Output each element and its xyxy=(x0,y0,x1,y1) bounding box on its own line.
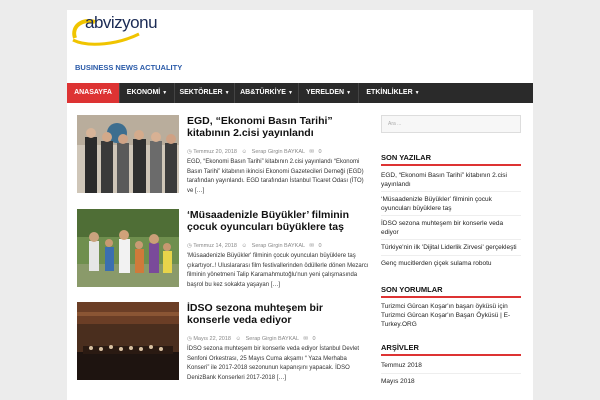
nav-item-label: YERELDEN xyxy=(305,89,345,96)
search-placeholder: Ara ... xyxy=(388,121,402,127)
nav-item-etkinlikler[interactable]: ETKİNLİKLER ▼ xyxy=(359,83,427,103)
divider xyxy=(381,215,521,216)
article-card: İDSO sezona muhteşem bir konserle veda e… xyxy=(77,302,373,384)
widget-title-rule xyxy=(381,296,521,298)
clock-icon: ◷ xyxy=(187,243,192,249)
article-date: Mayıs 22, 2018 xyxy=(193,336,231,342)
article-card: ‘Müsaadenizle Büyükler’ filminin çocuk o… xyxy=(77,209,373,291)
archive-link[interactable]: Temmuz 2018 xyxy=(381,361,521,370)
widget-title-rule xyxy=(381,164,521,166)
article-comments[interactable]: 0 xyxy=(313,336,316,342)
recent-post-link[interactable]: Genç mucitlerden çiçek sulama robotu xyxy=(381,259,521,268)
user-icon: ☺ xyxy=(235,336,242,342)
divider xyxy=(381,191,521,192)
main-nav: ANASAYFA EKONOMİ ▼ SEKTÖRLER ▼ AB&TÜRKİYE ▼… xyxy=(67,83,533,103)
caret-down-icon: ▼ xyxy=(162,90,168,96)
nav-item-label: EKONOMİ xyxy=(126,89,161,96)
article-card: EGD, “Ekonomi Basın Tarihi” kitabının 2.… xyxy=(77,115,373,197)
article-thumbnail[interactable] xyxy=(77,302,179,380)
caret-down-icon: ▼ xyxy=(287,90,293,96)
site-logo[interactable]: abvizyonu xyxy=(69,12,159,46)
article-title[interactable]: ‘Müsaadenizle Büyükler’ filminin çocuk o… xyxy=(187,209,367,233)
article-comments[interactable]: 0 xyxy=(319,243,322,249)
group-photo-image xyxy=(77,115,179,193)
comment-icon: ✉ xyxy=(309,243,314,249)
article-date: Temmuz 20, 2018 xyxy=(193,149,237,155)
recent-comment-link[interactable]: Turizmci Gürcan Koşar'ın başarı öyküsü i… xyxy=(381,302,521,329)
caret-down-icon: ▼ xyxy=(414,90,420,96)
article-thumbnail[interactable] xyxy=(77,115,179,193)
nav-item-ab-turkiye[interactable]: AB&TÜRKİYE ▼ xyxy=(235,83,299,103)
search-input[interactable]: Ara ... xyxy=(381,115,521,133)
comment-icon: ✉ xyxy=(309,149,314,155)
article-title[interactable]: İDSO sezona muhteşem bir konserle veda e… xyxy=(187,302,367,326)
article-meta: ◷ Mayıs 22, 2018 ☺ Serap Girgin BAYKAL ✉… xyxy=(187,336,316,342)
caret-down-icon: ▼ xyxy=(224,90,230,96)
article-excerpt: EGD, “Ekonomi Basın Tarihi” kitabının 2.… xyxy=(187,159,364,194)
widget-title-recent-comments: SON YORUMLAR xyxy=(381,285,443,294)
article-meta: ◷ Temmuz 20, 2018 ☺ Serap Girgin BAYKAL … xyxy=(187,149,322,155)
recent-post-link[interactable]: EGD, “Ekonomi Basın Tarihi” kitabının 2.… xyxy=(381,171,521,189)
nav-item-yerelden[interactable]: YERELDEN ▼ xyxy=(299,83,359,103)
site-tagline: BUSINESS NEWS ACTUALITY xyxy=(75,63,183,72)
caret-down-icon: ▼ xyxy=(346,90,352,96)
nav-item-label: ANASAYFA xyxy=(74,89,112,96)
divider xyxy=(381,255,521,256)
article-meta: ◷ Temmuz 14, 2018 ☺ Serap Girgin BAYKAL … xyxy=(187,243,322,249)
widget-title-rule xyxy=(381,354,521,356)
article-excerpt: 'Müsaadenizle Büyükler' filminin çocuk o… xyxy=(187,253,369,288)
widget-title-archives: ARŞİVLER xyxy=(381,343,419,352)
archive-link[interactable]: Mayıs 2018 xyxy=(381,377,521,386)
recent-post-link[interactable]: ‘Müsaadenizle Büyükler’ filminin çocuk o… xyxy=(381,195,521,213)
nav-item-ekonomi[interactable]: EKONOMİ ▼ xyxy=(120,83,175,103)
clock-icon: ◷ xyxy=(187,336,192,342)
divider xyxy=(381,239,521,240)
comment-icon: ✉ xyxy=(303,336,308,342)
article-excerpt: İDSO sezona muhteşem bir konserle veda e… xyxy=(187,346,360,381)
recent-post-link[interactable]: Türkiye'nin ilk 'Dijital Liderlik Zirves… xyxy=(381,243,521,252)
page-container: abvizyonu BUSINESS NEWS ACTUALITY ANASAY… xyxy=(67,10,533,400)
children-photo-image xyxy=(77,209,179,287)
article-thumbnail[interactable] xyxy=(77,209,179,287)
nav-item-label: AB&TÜRKİYE xyxy=(240,89,286,96)
nav-item-anasayfa[interactable]: ANASAYFA xyxy=(67,83,120,103)
article-author[interactable]: Serap Girgin BAYKAL xyxy=(252,243,305,249)
logo-text: abvizyonu xyxy=(85,13,158,32)
article-date: Temmuz 14, 2018 xyxy=(193,243,237,249)
widget-title-recent-posts: SON YAZILAR xyxy=(381,153,432,162)
article-comments[interactable]: 0 xyxy=(319,149,322,155)
nav-item-label: ETKİNLİKLER xyxy=(366,89,413,96)
nav-item-label: SEKTÖRLER xyxy=(179,89,223,96)
article-author[interactable]: Serap Girgin BAYKAL xyxy=(246,336,299,342)
user-icon: ☺ xyxy=(241,243,248,249)
clock-icon: ◷ xyxy=(187,149,192,155)
recent-post-link[interactable]: İDSO sezona muhteşem bir konserle veda e… xyxy=(381,219,521,237)
user-icon: ☺ xyxy=(241,149,248,155)
article-title[interactable]: EGD, “Ekonomi Basın Tarihi” kitabının 2.… xyxy=(187,115,367,139)
nav-item-sektorler[interactable]: SEKTÖRLER ▼ xyxy=(175,83,235,103)
article-author[interactable]: Serap Girgin BAYKAL xyxy=(252,149,305,155)
orchestra-photo-image xyxy=(77,302,179,380)
divider xyxy=(381,373,521,374)
